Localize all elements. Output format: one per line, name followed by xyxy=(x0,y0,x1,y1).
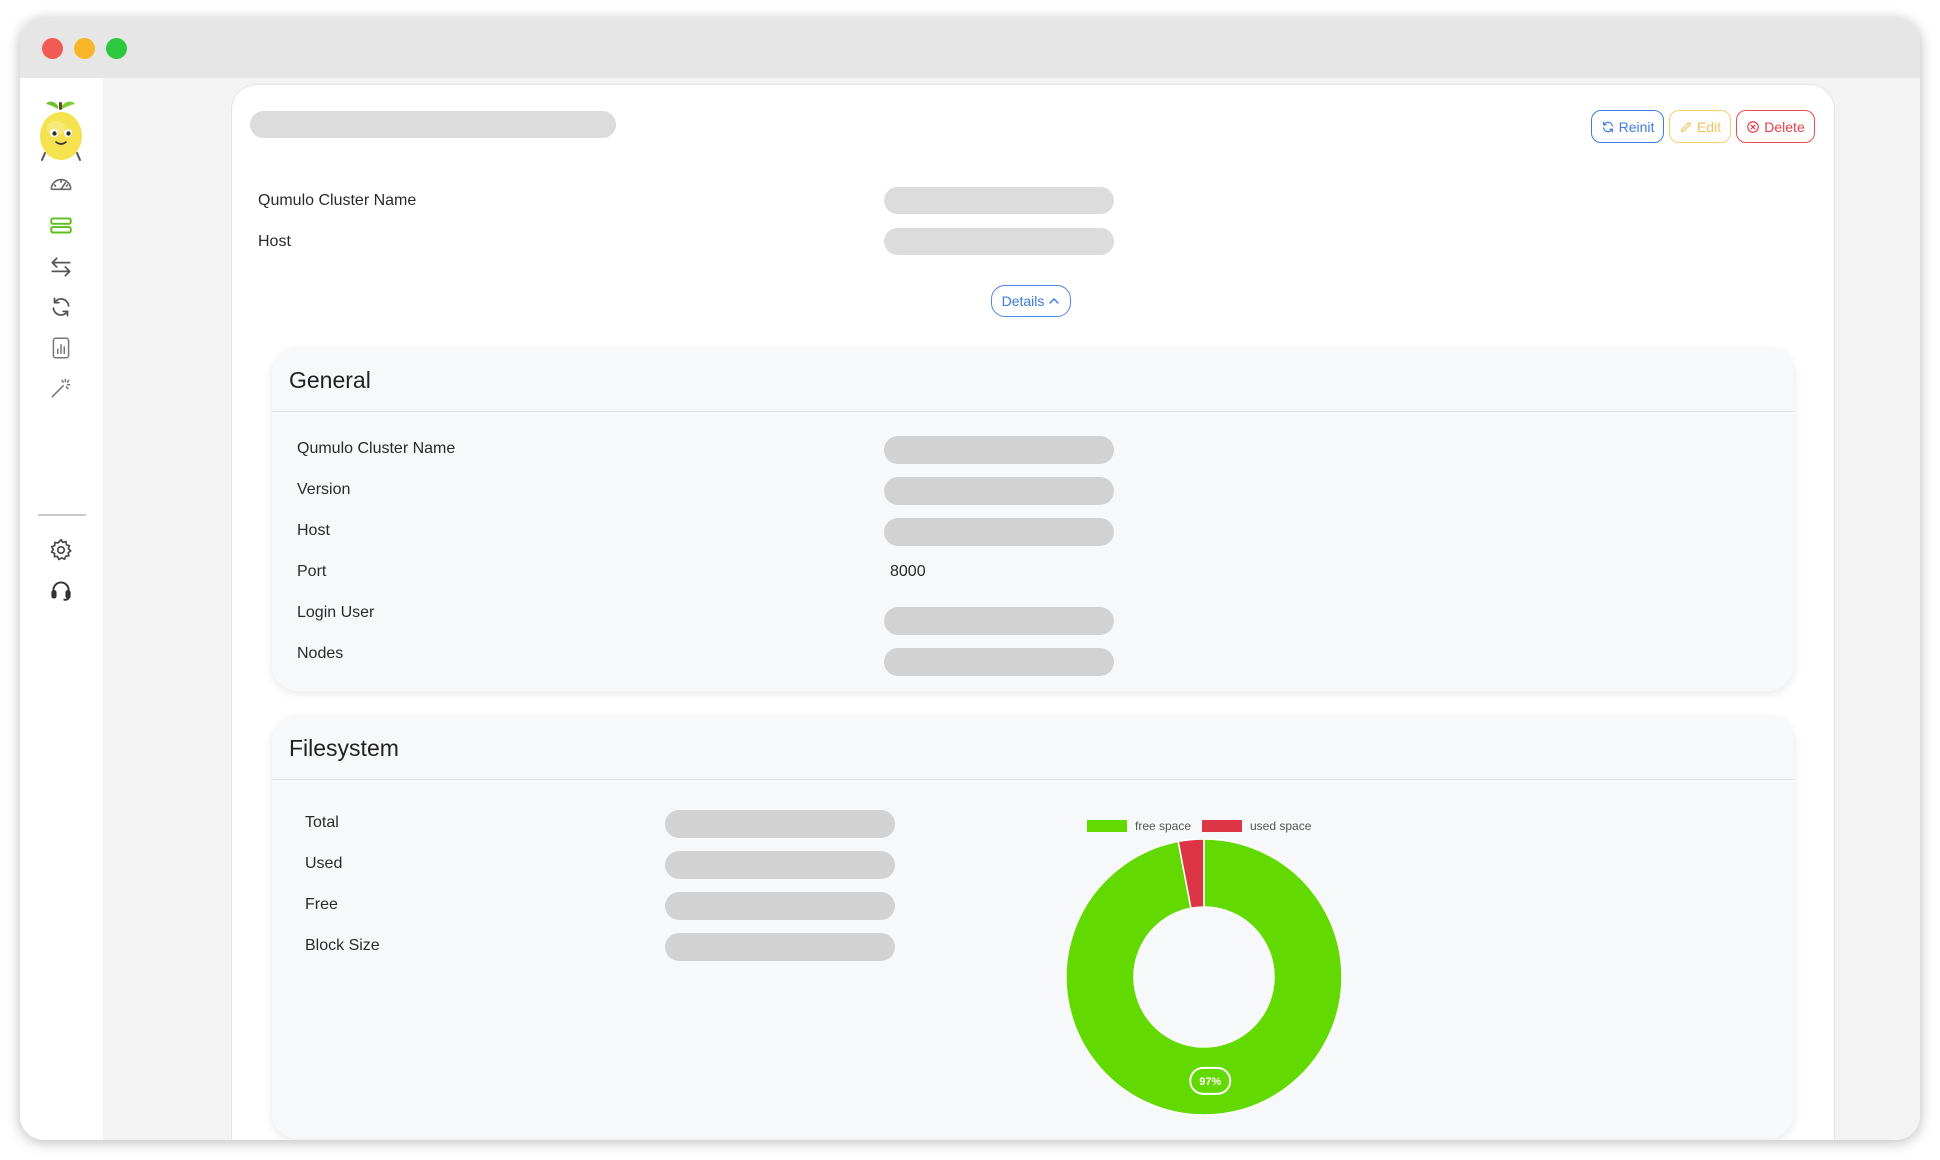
donut-data-label: 97% xyxy=(1199,1076,1221,1088)
sidebar-divider xyxy=(38,514,86,516)
fs-free-label: Free xyxy=(305,896,338,913)
legend-swatch-used xyxy=(1202,820,1242,832)
close-window-button[interactable] xyxy=(42,38,63,59)
general-login-user-label: Login User xyxy=(297,604,375,621)
delete-button[interactable]: Delete xyxy=(1736,110,1815,143)
summary-cluster-name-label: Qumulo Cluster Name xyxy=(258,192,417,209)
general-nodes-placeholder xyxy=(884,648,1114,676)
gauge-icon xyxy=(50,178,72,191)
sidebar-item-support[interactable] xyxy=(46,575,76,605)
maximize-window-button[interactable] xyxy=(106,38,127,59)
chart-legend-free[interactable]: free space xyxy=(1087,819,1191,833)
details-label: Details xyxy=(1001,293,1045,309)
refresh-icon xyxy=(1602,121,1613,132)
refresh-icon xyxy=(52,297,70,317)
general-host-placeholder xyxy=(884,518,1114,546)
delete-label: Delete xyxy=(1764,118,1805,135)
edit-label: Edit xyxy=(1696,118,1722,135)
fs-free-placeholder xyxy=(665,892,895,920)
filesystem-section-header: Filesystem xyxy=(272,717,1794,780)
main-content: Reinit Edit Delete Qumulo Cluster Name H… xyxy=(103,78,1920,1140)
arrows-left-right-icon xyxy=(51,257,71,277)
sidebar-item-sync[interactable] xyxy=(46,292,76,322)
chart-legend-used[interactable]: used space xyxy=(1202,819,1311,833)
legend-swatch-free xyxy=(1087,820,1127,832)
general-cluster-name-placeholder xyxy=(884,436,1114,464)
cluster-title-placeholder xyxy=(250,111,616,138)
storage-stack-icon xyxy=(50,217,72,234)
sidebar-item-settings[interactable] xyxy=(46,535,76,565)
sidebar-item-dashboard[interactable] xyxy=(46,170,76,200)
cluster-detail-card: Reinit Edit Delete Qumulo Cluster Name H… xyxy=(231,84,1835,1140)
edit-button[interactable]: Edit xyxy=(1669,110,1731,143)
sidebar-item-storage[interactable] xyxy=(46,211,76,241)
summary-host-placeholder xyxy=(884,228,1114,255)
general-version-label: Version xyxy=(297,481,351,498)
headset-icon xyxy=(51,581,71,601)
fs-block-size-placeholder xyxy=(665,933,895,961)
filesystem-section: Filesystem Total Used Free Block Size fr… xyxy=(272,717,1794,1139)
general-section: General Qumulo Cluster Name Version Host… xyxy=(272,349,1794,691)
reinit-button[interactable]: Reinit xyxy=(1591,110,1664,143)
fs-block-size-label: Block Size xyxy=(305,937,380,954)
title-bar xyxy=(20,18,1920,78)
gear-icon xyxy=(50,538,72,561)
sidebar xyxy=(20,78,103,1140)
chevron-up-icon xyxy=(1049,298,1060,304)
sidebar-item-reports[interactable] xyxy=(46,333,76,363)
bar-chart-icon xyxy=(52,337,70,359)
general-port-label: Port xyxy=(297,563,327,580)
general-host-label: Host xyxy=(297,522,330,539)
filesystem-section-title: Filesystem xyxy=(289,735,399,761)
legend-label-used: used space xyxy=(1250,819,1312,833)
lemon-mascot-logo[interactable] xyxy=(36,98,86,164)
general-cluster-name-label: Qumulo Cluster Name xyxy=(297,440,456,457)
fs-used-placeholder xyxy=(665,851,895,879)
minimize-window-button[interactable] xyxy=(74,38,95,59)
fs-total-label: Total xyxy=(305,814,339,831)
general-login-user-placeholder xyxy=(884,607,1114,635)
fs-total-placeholder xyxy=(665,810,895,838)
general-nodes-label: Nodes xyxy=(297,645,344,662)
magic-wand-icon xyxy=(51,378,71,398)
pencil-icon xyxy=(1680,121,1691,132)
reinit-label: Reinit xyxy=(1618,118,1655,135)
sidebar-item-migrations[interactable] xyxy=(46,252,76,282)
details-toggle-button[interactable]: Details xyxy=(991,285,1071,317)
app-window: Reinit Edit Delete Qumulo Cluster Name H… xyxy=(20,18,1920,1140)
general-section-header: General xyxy=(272,349,1794,412)
legend-label-free: free space xyxy=(1135,819,1192,833)
summary-host-label: Host xyxy=(258,233,291,250)
storage-donut-chart: 97% xyxy=(1066,839,1342,1115)
general-section-title: General xyxy=(289,367,371,393)
general-version-placeholder xyxy=(884,477,1114,505)
fs-used-label: Used xyxy=(305,855,343,872)
general-port-value: 8000 xyxy=(890,563,926,580)
summary-cluster-name-placeholder xyxy=(884,187,1114,214)
sidebar-item-wizard[interactable] xyxy=(46,373,76,403)
close-circle-icon xyxy=(1747,120,1760,133)
